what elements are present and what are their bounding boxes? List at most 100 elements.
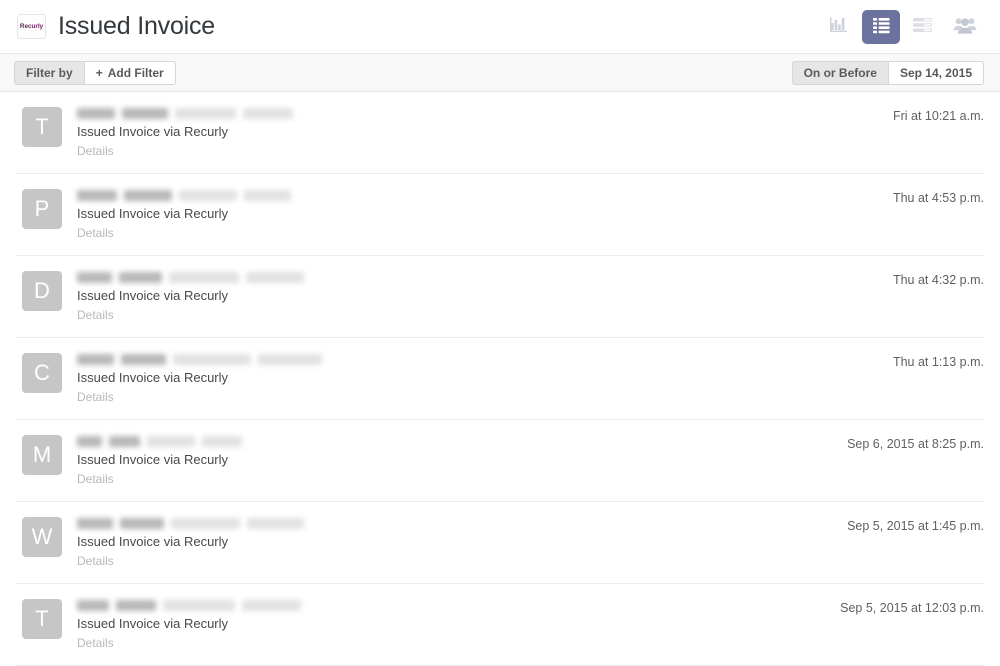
redacted-name [77,107,875,120]
redacted-segment [116,600,156,611]
avatar: M [22,435,62,475]
redacted-segment [119,272,162,283]
redacted-name [77,353,875,366]
avatar: W [22,517,62,557]
details-link[interactable]: Details [77,226,114,241]
redacted-name [77,189,875,202]
list-item-subject: Issued Invoice via Recurly [77,206,229,221]
list-item-subject: Issued Invoice via Recurly [77,616,229,631]
redacted-name [77,435,829,448]
redacted-segment [124,190,172,201]
redacted-segment [163,600,235,611]
avatar: D [22,271,62,311]
chart-view-button[interactable] [820,10,858,44]
date-operator-label: On or Before [791,60,888,85]
list-item[interactable]: W Issued Invoice via Recurly Details Sep 5,… [16,502,984,584]
add-filter-button[interactable]: + Add Filter [83,60,176,85]
redacted-segment [121,354,166,365]
redacted-segment [122,108,168,119]
details-link[interactable]: Details [77,144,114,159]
add-filter-label: Add Filter [107,65,164,80]
list-item-timestamp: Thu at 4:53 p.m. [892,191,984,205]
list-item-timestamp: Sep 5, 2015 at 1:45 p.m. [847,519,984,533]
list-item-timestamp: Thu at 4:32 p.m. [892,273,984,287]
filter-by-label: Filter by [14,60,84,85]
redacted-segment [109,436,140,447]
date-value-button[interactable]: Sep 14, 2015 [887,60,984,85]
plus-icon: + [95,65,103,80]
redacted-segment [243,108,293,119]
redacted-name [77,517,829,530]
redacted-segment [147,436,195,447]
details-link[interactable]: Details [77,554,114,569]
list-item[interactable]: T Issued Invoice via Recurly Details Sep 5,… [16,584,984,666]
detail-view-button[interactable] [904,10,942,44]
avatar: P [22,189,62,229]
recurly-logo-icon[interactable]: Recurly [17,14,46,39]
people-button[interactable] [946,10,984,44]
details-link[interactable]: Details [77,636,114,651]
list-item-body: Issued Invoice via Recurly Details [77,598,822,652]
details-link[interactable]: Details [77,390,114,405]
redacted-segment [171,518,240,529]
redacted-segment [175,108,236,119]
list-item-body: Issued Invoice via Recurly Details [77,106,875,160]
filter-bar: Filter by + Add Filter On or Before Sep … [0,54,1000,92]
app-header: Recurly Issued Invoice [0,0,1000,54]
redacted-segment [77,600,109,611]
list-item-timestamp: Fri at 10:21 a.m. [892,109,984,123]
avatar: T [22,599,62,639]
redacted-segment [120,518,164,529]
redacted-segment [77,518,113,529]
redacted-name [77,599,822,612]
redacted-segment [77,190,117,201]
redacted-segment [169,272,239,283]
details-link[interactable]: Details [77,472,114,487]
list-item-body: Issued Invoice via Recurly Details [77,188,875,242]
redacted-segment [179,190,237,201]
page-title: Issued Invoice [58,12,216,40]
redacted-segment [244,190,291,201]
list-item-timestamp: Thu at 1:13 p.m. [892,355,984,369]
list-view-icon [872,17,891,37]
redacted-segment [247,518,304,529]
date-filter-controls: On or Before Sep 14, 2015 [791,60,984,85]
list-item-subject: Issued Invoice via Recurly [77,534,229,549]
list-item-timestamp: Sep 5, 2015 at 12:03 p.m. [840,601,984,615]
redacted-segment [258,354,322,365]
list-item[interactable]: D Issued Invoice via Recurly Details Thu at… [16,256,984,338]
list-item-subject: Issued Invoice via Recurly [77,452,229,467]
redacted-segment [246,272,304,283]
list-item-subject: Issued Invoice via Recurly [77,124,229,139]
list-item-body: Issued Invoice via Recurly Details [77,516,829,570]
list-item-body: Issued Invoice via Recurly Details [77,434,829,488]
avatar: C [22,353,62,393]
list-item-timestamp: Sep 6, 2015 at 8:25 p.m. [847,437,984,451]
list-item[interactable]: C Issued Invoice via Recurly Details Thu at… [16,338,984,420]
recurly-logo-text: Recurly [19,23,44,30]
list-item-subject: Issued Invoice via Recurly [77,288,229,303]
list-item-subject: Issued Invoice via Recurly [77,370,229,385]
redacted-segment [202,436,242,447]
redacted-name [77,271,875,284]
details-link[interactable]: Details [77,308,114,323]
list-item[interactable]: T Issued Invoice via Recurly Details Fri at… [16,92,984,174]
people-icon [953,16,977,38]
list-view-button[interactable] [862,9,900,44]
list-item[interactable]: M Issued Invoice via Recurly Details Sep 6,… [16,420,984,502]
redacted-segment [77,436,102,447]
list-item-body: Issued Invoice via Recurly Details [77,352,875,406]
chart-view-icon [829,16,849,37]
redacted-segment [77,354,114,365]
activity-list: T Issued Invoice via Recurly Details Fri at… [0,92,1000,666]
avatar: T [22,107,62,147]
list-item-body: Issued Invoice via Recurly Details [77,270,875,324]
redacted-segment [77,108,115,119]
list-item[interactable]: P Issued Invoice via Recurly Details Thu at… [16,174,984,256]
redacted-segment [173,354,251,365]
redacted-segment [242,600,301,611]
filter-controls: Filter by + Add Filter [14,60,176,85]
redacted-segment [77,272,112,283]
header-actions [820,9,984,44]
detail-view-icon [912,17,934,36]
